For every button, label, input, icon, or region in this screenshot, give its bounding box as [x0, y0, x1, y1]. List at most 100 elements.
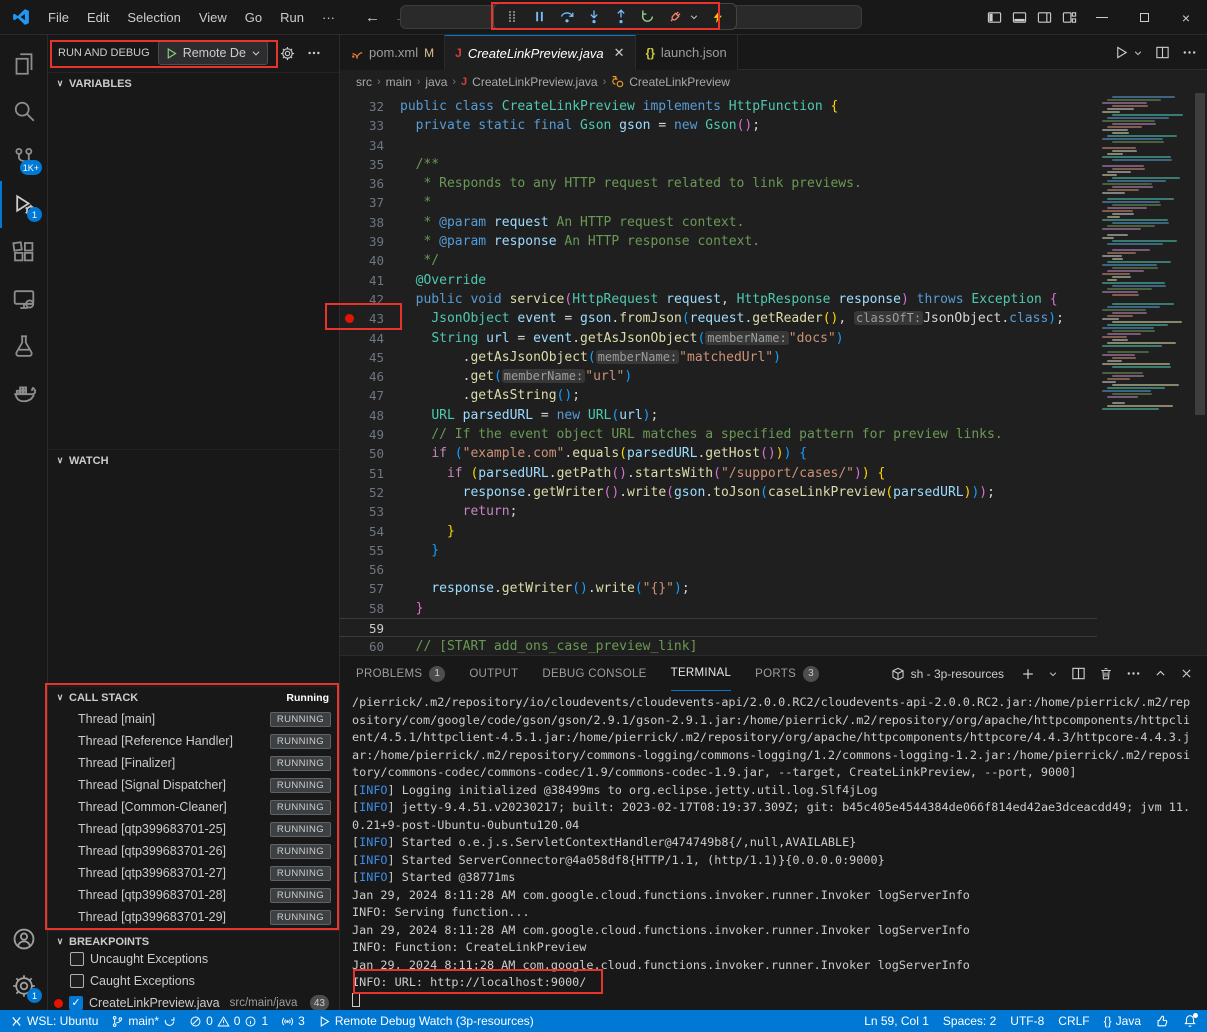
thread-row[interactable]: Thread [qtp399683701-29] RUNNING	[48, 906, 339, 928]
code-line-47[interactable]: 47 .getAsString();	[340, 386, 1097, 405]
line-number[interactable]: 52	[340, 483, 400, 502]
close-tab-icon[interactable]: ✕	[614, 45, 625, 61]
thread-row[interactable]: Thread [qtp399683701-27] RUNNING	[48, 862, 339, 884]
close-icon[interactable]: ×	[1165, 0, 1207, 35]
chevron-up-icon[interactable]	[1154, 667, 1167, 680]
layout-sidebar-right-icon[interactable]	[1037, 10, 1052, 25]
remote-indicator[interactable]: WSL: Ubuntu	[10, 1014, 98, 1028]
menu-overflow-icon[interactable]: ···	[314, 7, 343, 28]
breakpoint-dot-icon[interactable]	[345, 314, 354, 323]
split-editor-icon[interactable]	[1071, 666, 1086, 681]
line-number[interactable]: 46	[340, 367, 400, 386]
menu-run[interactable]: Run	[272, 7, 312, 28]
menu-go[interactable]: Go	[237, 7, 270, 28]
minimap[interactable]	[1100, 93, 1193, 655]
line-number[interactable]: 32	[340, 97, 400, 116]
chevron-down-icon[interactable]	[1133, 48, 1143, 58]
line-number[interactable]: 48	[340, 406, 400, 425]
minimize-icon[interactable]	[1081, 0, 1123, 35]
code-line-43[interactable]: 43 JsonObject event = gson.fromJson(requ…	[340, 309, 1097, 328]
menu-selection[interactable]: Selection	[119, 7, 188, 28]
thread-row[interactable]: Thread [qtp399683701-26] RUNNING	[48, 840, 339, 862]
more-icon[interactable]	[1182, 45, 1197, 60]
code-line-56[interactable]: 56	[340, 560, 1097, 579]
language-mode[interactable]: {} Java	[1104, 1014, 1141, 1028]
line-number[interactable]: 53	[340, 502, 400, 521]
bell-icon[interactable]	[1183, 1014, 1197, 1028]
activity-extensions[interactable]	[0, 228, 48, 275]
line-number[interactable]: 49	[340, 425, 400, 444]
activity-run-and-debug[interactable]: 1	[0, 181, 48, 228]
step-into-icon[interactable]	[581, 5, 606, 28]
line-number[interactable]: 36	[340, 174, 400, 193]
thread-row[interactable]: Thread [Signal Dispatcher] RUNNING	[48, 774, 339, 796]
menu-edit[interactable]: Edit	[79, 7, 117, 28]
panel-tab-output[interactable]: OUTPUT	[469, 656, 518, 691]
thread-row[interactable]: Thread [main] RUNNING	[48, 708, 339, 730]
terminal-title[interactable]: sh - 3p-resources	[911, 667, 1004, 681]
line-number[interactable]: 60	[340, 637, 400, 655]
hot-code-replace-icon[interactable]	[705, 5, 730, 28]
code-line-55[interactable]: 55 }	[340, 541, 1097, 560]
code-line-51[interactable]: 51 if (parsedURL.getPath().startsWith("/…	[340, 464, 1097, 483]
layout-sidebar-left-icon[interactable]	[987, 10, 1002, 25]
call-stack-section-header[interactable]: ∨ CALL STACK Running	[48, 686, 339, 708]
split-editor-icon[interactable]	[1155, 45, 1170, 60]
maximize-icon[interactable]	[1123, 0, 1165, 35]
line-number[interactable]: 37	[340, 193, 400, 212]
line-number[interactable]: 38	[340, 213, 400, 232]
restart-icon[interactable]	[635, 5, 660, 28]
code-line-48[interactable]: 48 URL parsedURL = new URL(url);	[340, 406, 1097, 425]
menu-view[interactable]: View	[191, 7, 235, 28]
code-line-53[interactable]: 53 return;	[340, 502, 1097, 521]
thread-row[interactable]: Thread [qtp399683701-28] RUNNING	[48, 884, 339, 906]
debug-session-indicator[interactable]: Remote Debug Watch (3p-resources)	[318, 1014, 534, 1028]
code-line-35[interactable]: 35 /**	[340, 155, 1097, 174]
activity-explorer[interactable]	[0, 40, 48, 87]
menu-file[interactable]: File	[40, 7, 77, 28]
line-number[interactable]: 34	[340, 136, 400, 155]
code-line-46[interactable]: 46 .get(memberName:"url")	[340, 367, 1097, 386]
more-icon[interactable]	[1126, 666, 1141, 681]
panel-tab-terminal[interactable]: TERMINAL	[671, 656, 732, 691]
breadcrumb-item[interactable]: main	[386, 75, 412, 89]
code-line-32[interactable]: 32public class CreateLinkPreview impleme…	[340, 97, 1097, 116]
line-number[interactable]: 55	[340, 541, 400, 560]
code-line-44[interactable]: 44 String url = event.getAsJsonObject(me…	[340, 329, 1097, 348]
variables-section-header[interactable]: ∨ VARIABLES	[48, 72, 339, 94]
pause-icon[interactable]	[527, 5, 552, 28]
tab-launch.json[interactable]: {}launch.json	[636, 35, 738, 70]
code-line-40[interactable]: 40 */	[340, 251, 1097, 270]
code-line-54[interactable]: 54 }	[340, 522, 1097, 541]
activity-source-control[interactable]: 1K+	[0, 134, 48, 181]
start-debug-icon[interactable]	[165, 47, 178, 60]
code-line-45[interactable]: 45 .getAsJsonObject(memberName:"matchedU…	[340, 348, 1097, 367]
line-number[interactable]: 33	[340, 116, 400, 135]
layout-customize-icon[interactable]	[1062, 10, 1077, 25]
code-line-49[interactable]: 49 // If the event object URL matches a …	[340, 425, 1097, 444]
breakpoint-checkbox[interactable]: ✓	[69, 996, 83, 1010]
debug-config-dropdown[interactable]: Remote De	[158, 41, 268, 65]
line-number[interactable]: 39	[340, 232, 400, 251]
ports-indicator[interactable]: 3	[281, 1014, 305, 1028]
watch-section-header[interactable]: ∨ WATCH	[48, 449, 339, 471]
code-line-37[interactable]: 37 *	[340, 193, 1097, 212]
line-number[interactable]: 56	[340, 560, 400, 579]
activity-settings[interactable]: 1	[0, 962, 48, 1009]
layout-panel-icon[interactable]	[1012, 10, 1027, 25]
line-number[interactable]: 58	[340, 599, 400, 618]
breadcrumb-symbol[interactable]: CreateLinkPreview	[629, 75, 730, 89]
code-line-33[interactable]: 33 private static final Gson gson = new …	[340, 116, 1097, 135]
code-line-42[interactable]: 42 public void service(HttpRequest reque…	[340, 290, 1097, 309]
indentation-setting[interactable]: Spaces: 2	[943, 1014, 996, 1028]
line-number[interactable]: 50	[340, 444, 400, 463]
line-number[interactable]: 57	[340, 579, 400, 598]
code-line-50[interactable]: 50 if ("example.com".equals(parsedURL.ge…	[340, 444, 1097, 463]
branch-indicator[interactable]: main*	[111, 1014, 176, 1028]
step-over-icon[interactable]	[554, 5, 579, 28]
editor-scrollbar[interactable]	[1193, 93, 1207, 655]
line-number[interactable]: 35	[340, 155, 400, 174]
code-line-36[interactable]: 36 * Responds to any HTTP request relate…	[340, 174, 1097, 193]
line-number[interactable]: 54	[340, 522, 400, 541]
code-editor[interactable]: 32public class CreateLinkPreview impleme…	[340, 93, 1207, 655]
